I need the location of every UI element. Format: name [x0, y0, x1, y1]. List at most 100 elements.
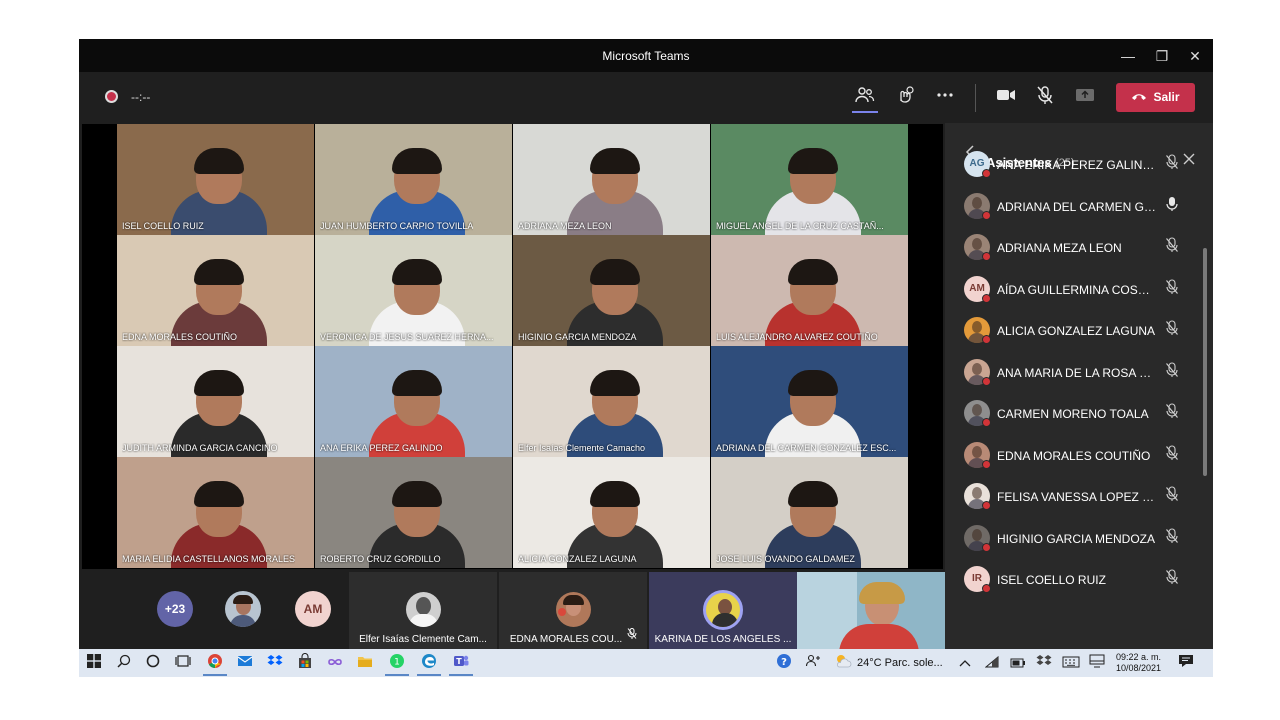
- participant-avatar[interactable]: [225, 591, 261, 627]
- windows-start-icon[interactable]: [84, 653, 104, 673]
- display-icon[interactable]: [1087, 653, 1107, 673]
- video-tile[interactable]: JUDITH ARMINDA GARCIA CANCINO: [117, 346, 314, 457]
- people-tray-icon[interactable]: [803, 653, 823, 673]
- keyboard-icon[interactable]: [1061, 653, 1081, 673]
- attendee-row[interactable]: HIGINIO GARCIA MENDOZA: [945, 519, 1213, 560]
- strip-tile-karina[interactable]: KARINA DE LOS ANGELES ...: [649, 572, 797, 649]
- camera-icon[interactable]: [993, 85, 1019, 111]
- attendee-row[interactable]: EDNA MORALES COUTIÑO: [945, 436, 1213, 477]
- participant-name-label: ISEL COELLO RUIZ: [122, 221, 204, 231]
- people-icon[interactable]: [852, 85, 878, 111]
- participant-initials-avatar[interactable]: AM: [295, 591, 331, 627]
- self-view-video[interactable]: [797, 572, 945, 649]
- mic-muted-icon[interactable]: [1165, 527, 1183, 548]
- mic-muted-icon[interactable]: [1165, 403, 1183, 423]
- mic-muted-icon[interactable]: [1165, 320, 1183, 340]
- presence-status-icon: [982, 335, 991, 344]
- video-tile[interactable]: MIGUEL ANGEL DE LA CRUZ CASTAÑ...: [711, 124, 908, 235]
- meeting-timer: --:--: [131, 90, 151, 104]
- share-tray-icon[interactable]: [1072, 85, 1098, 111]
- participant-photo: [406, 592, 441, 627]
- teams-icon[interactable]: T: [451, 653, 471, 673]
- attendee-row[interactable]: AM AÍDA GUILLERMINA COSSIO ...: [945, 270, 1213, 311]
- maximize-button[interactable]: ❐: [1147, 45, 1177, 67]
- video-tile[interactable]: MARIA ELIDIA CASTELLANOS MORALES: [117, 457, 314, 568]
- teams-window: Microsoft Teams — ❐ ✕ --:-- Salir ISEL C…: [79, 39, 1213, 677]
- hangup-icon: [1131, 83, 1147, 112]
- video-tile[interactable]: ALICIA GONZALEZ LAGUNA: [513, 457, 710, 568]
- attendee-row[interactable]: AG ANA ERIKA PEREZ GALINDO: [945, 145, 1213, 186]
- dropbox-icon[interactable]: [265, 653, 285, 673]
- more-icon[interactable]: [932, 85, 958, 111]
- video-tile[interactable]: ADRIANA MEZA LEON: [513, 124, 710, 235]
- video-tile[interactable]: LUIS ALEJANDRO ALVAREZ COUTIÑO: [711, 235, 908, 346]
- meeting-toolbar: --:-- Salir: [79, 72, 1213, 123]
- video-tile[interactable]: HIGINIO GARCIA MENDOZA: [513, 235, 710, 346]
- video-tile[interactable]: EDNA MORALES COUTIÑO: [117, 235, 314, 346]
- reactions-icon[interactable]: [892, 85, 918, 111]
- panel-scrollbar[interactable]: [1203, 248, 1207, 476]
- video-tile[interactable]: ANA ERIKA PEREZ GALINDO: [315, 346, 512, 457]
- cortana-icon[interactable]: [143, 653, 163, 673]
- mic-muted-icon[interactable]: [1165, 444, 1183, 465]
- video-tile[interactable]: Elfer Isaías Clemente Camacho: [513, 346, 710, 457]
- help-icon[interactable]: ?: [774, 653, 794, 673]
- attendee-name: HIGINIO GARCIA MENDOZA: [997, 531, 1156, 546]
- attendee-row[interactable]: FELISA VANESSA LOPEZ PINE...: [945, 477, 1213, 518]
- recording-indicator-icon: [105, 90, 118, 103]
- attendee-row[interactable]: ADRIANA MEZA LEON: [945, 228, 1213, 269]
- minimize-button[interactable]: —: [1113, 45, 1143, 67]
- mic-muted-icon[interactable]: [1165, 237, 1183, 257]
- file-explorer-icon[interactable]: [355, 653, 375, 673]
- mail-icon[interactable]: [235, 653, 255, 673]
- wifi-icon[interactable]: [982, 653, 1002, 673]
- mic-muted-icon[interactable]: [1165, 154, 1183, 174]
- svg-text:1: 1: [394, 658, 400, 668]
- video-tile[interactable]: VERONICA DE JESUS SUAREZ HERNA...: [315, 235, 512, 346]
- edge-icon[interactable]: [419, 653, 439, 673]
- clock-date: 10/08/2021: [1116, 663, 1162, 673]
- people-active-indicator: [852, 111, 878, 113]
- attendee-name: ADRIANA DEL CARMEN GON...: [997, 199, 1157, 214]
- infinity-app-icon[interactable]: [325, 653, 345, 673]
- whatsapp-icon[interactable]: 1: [387, 653, 407, 673]
- video-tile[interactable]: JUAN HUMBERTO CARPIO TOVILLA: [315, 124, 512, 235]
- mic-muted-icon[interactable]: [1165, 361, 1183, 382]
- attendee-row[interactable]: ALICIA GONZALEZ LAGUNA: [945, 311, 1213, 352]
- chevron-up-icon[interactable]: [955, 653, 975, 673]
- weather-icon[interactable]: [833, 653, 853, 673]
- attendee-row[interactable]: CARMEN MORENO TOALA: [945, 394, 1213, 435]
- close-button[interactable]: ✕: [1180, 45, 1210, 67]
- strip-tile-edna[interactable]: EDNA MORALES COU...: [499, 572, 647, 649]
- mic-muted-icon[interactable]: [1165, 486, 1183, 506]
- store-icon[interactable]: [295, 653, 315, 673]
- attendee-row[interactable]: IR ISEL COELLO RUIZ: [945, 560, 1213, 601]
- attendee-name: ISEL COELLO RUIZ: [997, 573, 1106, 587]
- presence-status-icon: [982, 418, 991, 427]
- video-tile[interactable]: ADRIANA DEL CARMEN GONZALEZ ESC...: [711, 346, 908, 457]
- strip-tile-elfer[interactable]: Elfer Isaías Clemente Cam...: [349, 572, 497, 649]
- mic-muted-icon[interactable]: [1165, 278, 1183, 299]
- leave-button[interactable]: Salir: [1116, 83, 1195, 112]
- attendee-row[interactable]: ANA MARIA DE LA ROSA FLO...: [945, 353, 1213, 394]
- chrome-icon[interactable]: [205, 653, 225, 673]
- attendee-row[interactable]: ADRIANA DEL CARMEN GON...: [945, 187, 1213, 228]
- search-icon[interactable]: [114, 653, 134, 673]
- windows-taskbar: 1 T ? 24°C Parc. sole... 09:22 a. m. 10/…: [79, 649, 1213, 677]
- battery-icon[interactable]: [1008, 653, 1028, 673]
- mic-muted-icon[interactable]: [1165, 569, 1183, 589]
- dropbox-tray-icon[interactable]: [1034, 653, 1054, 673]
- mic-muted-icon[interactable]: [1032, 85, 1058, 111]
- system-clock[interactable]: 09:22 a. m. 10/08/2021: [1116, 652, 1161, 674]
- participant-name-label: VERONICA DE JESUS SUAREZ HERNA...: [320, 332, 494, 342]
- notifications-icon[interactable]: [1176, 653, 1196, 673]
- presence-status-icon: [982, 584, 991, 593]
- more-participants-badge[interactable]: +23: [157, 591, 193, 627]
- video-tile[interactable]: ROBERTO CRUZ GORDILLO: [315, 457, 512, 568]
- video-tile[interactable]: ISEL COELLO RUIZ: [117, 124, 314, 235]
- mic-on-icon[interactable]: [1165, 196, 1183, 216]
- svg-text:?: ?: [781, 657, 787, 668]
- presence-status-icon: [982, 459, 991, 469]
- video-tile[interactable]: JOSE LUIS OVANDO GALDAMEZ: [711, 457, 908, 568]
- task-view-icon[interactable]: [173, 653, 193, 673]
